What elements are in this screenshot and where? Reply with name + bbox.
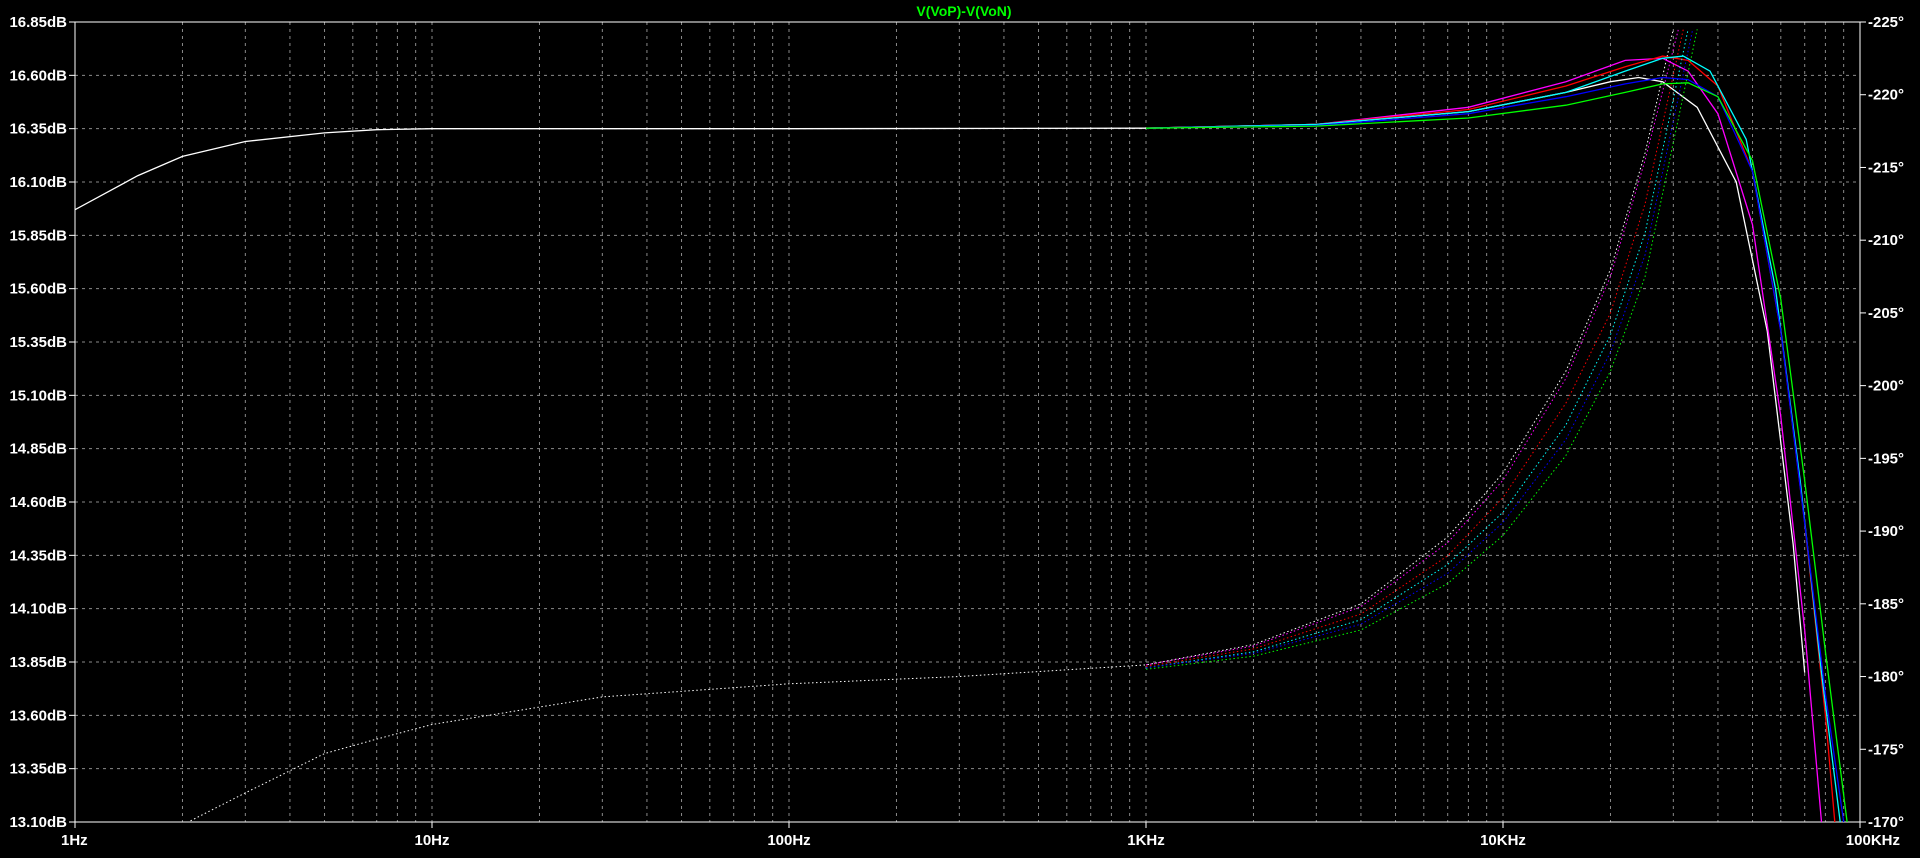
y-left-tick-label: 13.60dB xyxy=(9,707,67,724)
y-right-tick-label: -195° xyxy=(1868,450,1904,467)
y-right-tick-label: -205° xyxy=(1868,305,1904,322)
y-right-tick-label: -210° xyxy=(1868,232,1904,249)
x-tick-label: 100KHz xyxy=(1846,832,1900,849)
x-tick-label: 10KHz xyxy=(1480,832,1526,849)
y-right-tick-label: -225° xyxy=(1868,14,1904,31)
y-left-tick-label: 16.85dB xyxy=(9,14,67,31)
y-left-tick-label: 13.10dB xyxy=(9,814,67,831)
y-left-tick-label: 14.10dB xyxy=(9,601,67,618)
x-tick-label: 1KHz xyxy=(1127,832,1165,849)
y-right-tick-label: -175° xyxy=(1868,741,1904,758)
y-left-tick-label: 13.35dB xyxy=(9,761,67,778)
y-right-tick-label: -190° xyxy=(1868,523,1904,540)
y-right-tick-label: -200° xyxy=(1868,378,1904,395)
y-right-tick-label: -215° xyxy=(1868,159,1904,176)
y-left-tick-label: 15.35dB xyxy=(9,334,67,351)
y-left-tick-label: 14.35dB xyxy=(9,547,67,564)
x-tick-label: 100Hz xyxy=(767,832,810,849)
y-left-tick-label: 16.35dB xyxy=(9,121,67,138)
y-right-tick-label: -180° xyxy=(1868,669,1904,686)
y-left-tick-label: 14.60dB xyxy=(9,494,67,511)
x-tick-label: 10Hz xyxy=(414,832,449,849)
y-left-tick-label: 15.60dB xyxy=(9,281,67,298)
y-right-tick-label: -170° xyxy=(1868,814,1904,831)
y-left-tick-label: 16.60dB xyxy=(9,67,67,84)
bode-plot[interactable]: 16.85dB 16.60dB 16.35dB 16.10dB 15.85dB 15.60… xyxy=(0,0,1920,853)
y-left-tick-label: 15.10dB xyxy=(9,387,67,404)
x-tick-label: 1Hz xyxy=(61,832,88,849)
plot-window: 16.85dB 16.60dB 16.35dB 16.10dB 15.85dB 15.60… xyxy=(0,0,1920,853)
y-left-tick-label: 16.10dB xyxy=(9,174,67,191)
trace-title[interactable]: V(VoP)-V(VoN) xyxy=(916,3,1011,19)
y-left-tick-label: 13.85dB xyxy=(9,654,67,671)
y-left-tick-label: 14.85dB xyxy=(9,441,67,458)
y-right-tick-label: -185° xyxy=(1868,596,1904,613)
y-right-tick-label: -220° xyxy=(1868,87,1904,104)
y-left-tick-label: 15.85dB xyxy=(9,227,67,244)
